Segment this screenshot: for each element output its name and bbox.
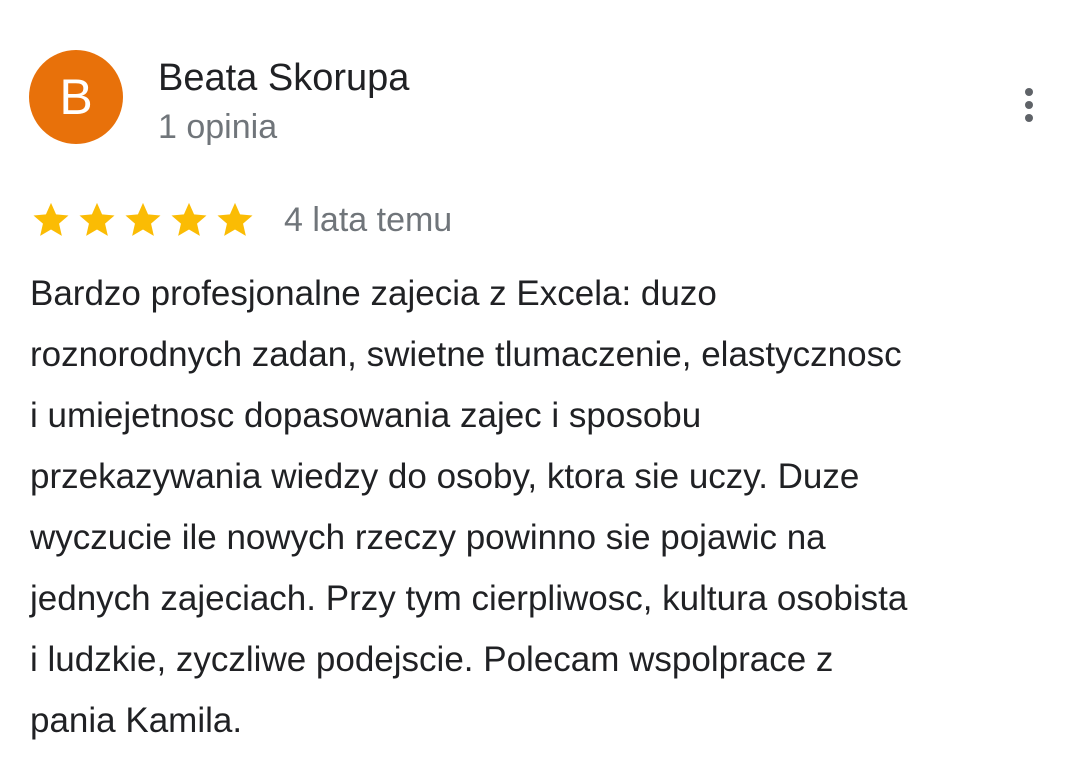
star-icon — [125, 202, 161, 236]
review-text-line: wyczucie ile nowych rzeczy powinno sie p… — [30, 518, 826, 557]
review-text: Bardzo profesjonalne zajecia z Excela: d… — [30, 263, 1070, 751]
dot — [1025, 101, 1033, 109]
review-text-line: i ludzkie, zyczliwe podejscie. Polecam w… — [30, 640, 834, 679]
review-date: 4 lata temu — [284, 201, 453, 239]
dot — [1025, 114, 1033, 122]
review-text-line: i umiejetnosc dopasowania zajec i sposob… — [30, 396, 702, 435]
star-icon — [33, 202, 69, 236]
review-text-line: Bardzo profesjonalne zajecia z Excela: d… — [30, 274, 717, 313]
review-text-line: przekazywania wiedzy do osoby, ktora sie… — [30, 457, 860, 496]
more-options-button[interactable] — [1004, 80, 1054, 130]
author-review-count[interactable]: 1 opinia — [158, 107, 277, 147]
star-icon — [171, 202, 207, 236]
review-text-line: pania Kamila. — [30, 701, 243, 740]
review-card: B Beata Skorupa 1 opinia 4 lata temu Bar… — [0, 0, 1085, 773]
dot — [1025, 88, 1033, 96]
star-icon — [79, 202, 115, 236]
rating-row: 4 lata temu — [30, 198, 452, 242]
review-text-line: jednych zajeciach. Przy tym cierpliwosc,… — [30, 579, 908, 618]
more-vert-icon — [1025, 88, 1033, 122]
review-text-line: roznorodnych zadan, swietne tlumaczenie,… — [30, 335, 902, 374]
avatar[interactable]: B — [29, 50, 123, 144]
star-rating — [30, 199, 256, 241]
star-icon — [217, 202, 253, 236]
author-name[interactable]: Beata Skorupa — [158, 56, 409, 100]
